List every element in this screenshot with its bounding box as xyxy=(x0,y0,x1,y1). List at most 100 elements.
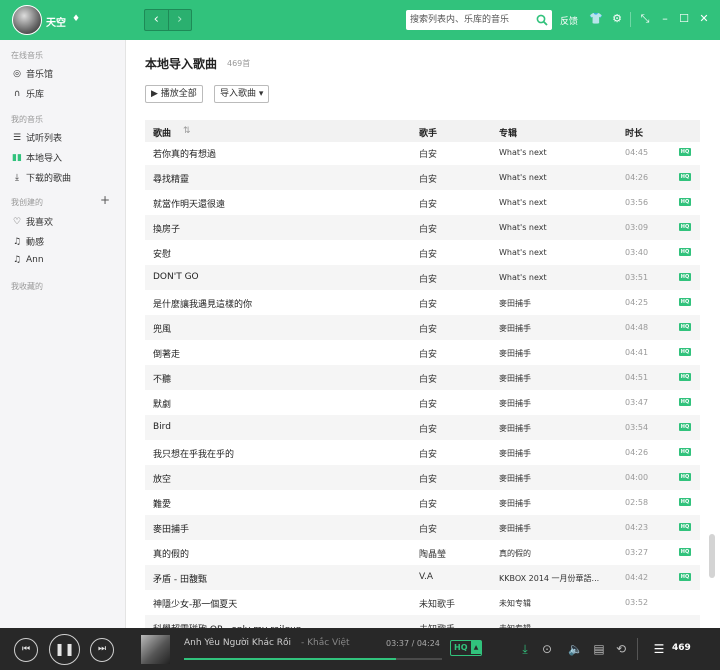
album-cover[interactable] xyxy=(141,635,170,664)
import-songs-button[interactable]: 导入歌曲 ▾ xyxy=(214,85,270,103)
download-song-icon[interactable]: ⤓ xyxy=(518,642,532,657)
volume-icon[interactable]: 🔈 xyxy=(568,642,583,656)
sidebar-item-downloads[interactable]: ⤓ 下载的歌曲 xyxy=(11,171,71,185)
table-row[interactable]: 默劇 白安 麥田捕手 03:47 HQ xyxy=(145,390,700,415)
table-row[interactable]: 兜風 白安 麥田捕手 04:48 HQ xyxy=(145,315,700,340)
create-playlist-plus-icon[interactable]: + xyxy=(100,193,110,207)
feedback-link[interactable]: 反馈 xyxy=(560,14,578,27)
avatar[interactable] xyxy=(12,5,42,35)
table-row[interactable]: 尋找精靈 白安 What's next 04:26 HQ xyxy=(145,165,700,190)
column-header-name[interactable]: 歌曲 xyxy=(153,126,171,139)
pause-button[interactable]: ❚❚ xyxy=(49,634,80,665)
song-album[interactable]: 未知专辑 xyxy=(499,598,617,609)
table-row[interactable]: 不聽 白安 麥田捕手 04:51 HQ xyxy=(145,365,700,390)
song-album[interactable]: What's next xyxy=(499,223,617,232)
song-artist[interactable]: V.A xyxy=(419,572,489,582)
song-album[interactable]: What's next xyxy=(499,173,617,182)
song-album[interactable]: What's next xyxy=(499,248,617,257)
table-row[interactable]: 換房子 白安 What's next 03:09 HQ xyxy=(145,215,700,240)
playlist-count[interactable]: 469 xyxy=(672,643,691,653)
sidebar-item-trial-list[interactable]: ☰ 试听列表 xyxy=(11,131,62,145)
previous-track-button[interactable]: ⏮ xyxy=(14,638,38,662)
song-artist[interactable]: 陶晶瑩 xyxy=(419,547,489,560)
table-row[interactable]: 放空 白安 麥田捕手 04:00 HQ xyxy=(145,465,700,490)
song-artist[interactable]: 白安 xyxy=(419,272,489,285)
back-button[interactable]: ‹ xyxy=(145,10,168,30)
skin-shirt-icon[interactable]: 👕 xyxy=(589,12,603,26)
song-artist[interactable]: 白安 xyxy=(419,397,489,410)
song-artist[interactable]: 白安 xyxy=(419,147,489,160)
table-row[interactable]: Bird 白安 麥田捕手 03:54 HQ xyxy=(145,415,700,440)
song-album[interactable]: What's next xyxy=(499,273,617,282)
quality-selector[interactable]: HQ ▲ xyxy=(450,640,482,656)
table-row[interactable]: 難愛 白安 麥田捕手 02:58 HQ xyxy=(145,490,700,515)
table-row[interactable]: 我只想在乎我在乎的 白安 麥田捕手 04:26 HQ xyxy=(145,440,700,465)
song-album[interactable]: 麥田捕手 xyxy=(499,498,617,509)
sort-icon[interactable]: ⇅ xyxy=(183,126,191,136)
table-row[interactable]: 就當作明天還很遠 白安 What's next 03:56 HQ xyxy=(145,190,700,215)
minimize-icon[interactable]: – xyxy=(658,12,672,26)
sidebar-item-library[interactable]: ∩ 乐库 xyxy=(11,87,44,101)
song-artist[interactable]: 白安 xyxy=(419,372,489,385)
table-row[interactable]: 真的假的 陶晶瑩 真的假的 03:27 HQ xyxy=(145,540,700,565)
current-song-singer[interactable]: - Khắc Việt xyxy=(301,638,350,648)
song-artist[interactable]: 白安 xyxy=(419,347,489,360)
table-row[interactable]: 若你真的有想過 白安 What's next 04:45 HQ xyxy=(145,140,700,165)
search-input[interactable] xyxy=(410,13,530,27)
song-album[interactable]: What's next xyxy=(499,148,617,157)
sidebar-item-music-hall[interactable]: ◎ 音乐馆 xyxy=(11,67,53,81)
song-artist[interactable]: 白安 xyxy=(419,447,489,460)
more-options-icon[interactable]: ⊙ xyxy=(540,642,554,656)
table-row[interactable]: 神隱少女-那一個夏天 未知歌手 未知专辑 03:52 xyxy=(145,590,700,615)
sidebar-item-playlist-donggan[interactable]: ♫ 動感 xyxy=(11,235,44,249)
forward-button[interactable]: › xyxy=(167,10,192,30)
playlist-icon[interactable]: ☰ xyxy=(652,642,666,656)
song-album[interactable]: 麥田捕手 xyxy=(499,523,617,534)
song-artist[interactable]: 白安 xyxy=(419,297,489,310)
maximize-icon[interactable]: ☐ xyxy=(677,12,691,26)
lyrics-icon[interactable]: ▤ xyxy=(592,642,606,656)
song-album[interactable]: 麥田捕手 xyxy=(499,323,617,334)
song-artist[interactable]: 未知歌手 xyxy=(419,597,489,610)
play-all-button[interactable]: ▶ 播放全部 xyxy=(145,85,203,103)
song-artist[interactable]: 白安 xyxy=(419,247,489,260)
sidebar-item-playlist-ann[interactable]: ♫ Ann xyxy=(11,255,44,265)
table-row[interactable]: 倒著走 白安 麥田捕手 04:41 HQ xyxy=(145,340,700,365)
table-row[interactable]: 是什麼讓我遇見這樣的你 白安 麥田捕手 04:25 HQ xyxy=(145,290,700,315)
song-artist[interactable]: 白安 xyxy=(419,422,489,435)
song-artist[interactable]: 白安 xyxy=(419,522,489,535)
song-album[interactable]: 真的假的 xyxy=(499,548,617,559)
table-row[interactable]: DON'T GO 白安 What's next 03:51 HQ xyxy=(145,265,700,290)
close-icon[interactable]: ✕ xyxy=(697,12,711,26)
mini-mode-icon[interactable]: ⤡ xyxy=(638,12,652,26)
repeat-mode-icon[interactable]: ⟲ xyxy=(614,642,628,656)
song-artist[interactable]: 白安 xyxy=(419,322,489,335)
song-album[interactable]: 麥田捕手 xyxy=(499,448,617,459)
progress-bar[interactable] xyxy=(184,658,442,660)
column-header-artist[interactable]: 歌手 xyxy=(419,126,437,139)
table-row[interactable]: 安慰 白安 What's next 03:40 HQ xyxy=(145,240,700,265)
next-track-button[interactable]: ⏭ xyxy=(90,638,114,662)
column-header-duration[interactable]: 时长 xyxy=(625,126,643,139)
song-album[interactable]: 麥田捕手 xyxy=(499,423,617,434)
current-song-title[interactable]: Anh Yêu Người Khác Rồi xyxy=(184,638,291,648)
song-artist[interactable]: 白安 xyxy=(419,222,489,235)
song-artist[interactable]: 白安 xyxy=(419,497,489,510)
song-album[interactable]: 麥田捕手 xyxy=(499,473,617,484)
sidebar-item-local-import[interactable]: ▮▮ 本地导入 xyxy=(11,151,62,165)
song-artist[interactable]: 白安 xyxy=(419,172,489,185)
settings-gear-icon[interactable]: ⚙ xyxy=(610,12,624,26)
column-header-album[interactable]: 专辑 xyxy=(499,126,517,139)
table-row[interactable]: 麥田捕手 白安 麥田捕手 04:23 HQ xyxy=(145,515,700,540)
username[interactable]: 天空 xyxy=(46,14,66,29)
sidebar-item-favorites[interactable]: ♡ 我喜欢 xyxy=(11,215,53,229)
song-album[interactable]: 麥田捕手 xyxy=(499,398,617,409)
song-album[interactable]: KKBOX 2014 一月份華語... xyxy=(499,573,617,584)
song-album[interactable]: 麥田捕手 xyxy=(499,373,617,384)
song-artist[interactable]: 白安 xyxy=(419,472,489,485)
table-row[interactable]: 科學超電磁砲 OP - only my railgun未知歌手未知专辑 xyxy=(145,615,700,628)
song-artist[interactable]: 白安 xyxy=(419,197,489,210)
table-row[interactable]: 矛盾 - 田馥甄 V.A KKBOX 2014 一月份華語... 04:42 HQ xyxy=(145,565,700,590)
scrollbar-thumb[interactable] xyxy=(709,534,715,578)
search-icon[interactable] xyxy=(536,14,548,26)
